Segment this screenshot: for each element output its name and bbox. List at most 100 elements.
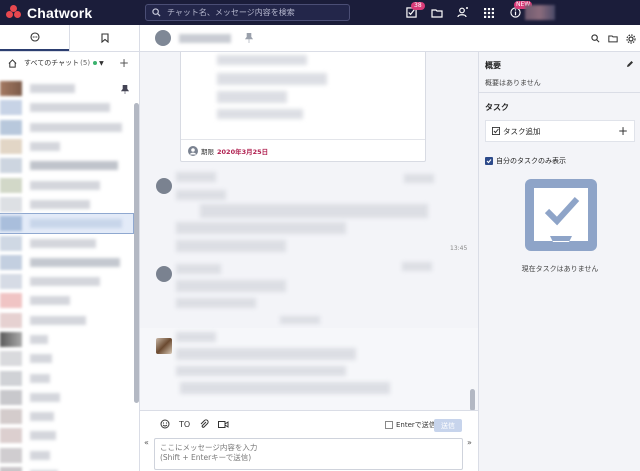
search-placeholder: チャット名、メッセージ内容を検索 [167, 8, 295, 17]
tab-bookmarks[interactable] [69, 25, 139, 51]
no-task-message: 現在タスクはありません [521, 265, 599, 273]
file-button[interactable] [424, 0, 450, 25]
only-my-tasks-label: 自分のタスクのみ表示 [496, 157, 566, 165]
sidebar-scrollbar[interactable] [134, 103, 139, 403]
collapse-right-icon[interactable]: » [467, 438, 472, 447]
contacts-icon [457, 7, 468, 18]
list-item[interactable] [0, 79, 133, 98]
enter-send-checkbox[interactable] [385, 421, 393, 429]
task-title: タスク [485, 103, 509, 112]
list-item[interactable] [0, 272, 133, 291]
search-icon[interactable] [591, 34, 600, 43]
list-item[interactable] [0, 311, 133, 330]
only-my-tasks-toggle[interactable]: 自分のタスクのみ表示 [485, 156, 566, 166]
send-button[interactable]: 送信 [434, 419, 462, 432]
avatar[interactable] [156, 178, 172, 194]
list-item[interactable] [0, 349, 133, 368]
list-item[interactable] [0, 330, 133, 349]
divider [479, 92, 640, 93]
message-time: 13:45 [450, 245, 468, 252]
message-placeholder-line1: ここにメッセージ内容を入力 [160, 443, 258, 452]
filter-label: すべてのチャット [24, 59, 80, 67]
list-item[interactable] [0, 368, 133, 387]
folder-icon[interactable] [608, 34, 618, 43]
list-item[interactable] [0, 253, 133, 272]
list-item-selected[interactable] [0, 213, 134, 235]
list-item[interactable] [0, 156, 133, 175]
video-icon [218, 420, 229, 428]
list-item[interactable] [0, 426, 133, 445]
contacts-button[interactable] [450, 0, 476, 25]
chat-bubble-icon [29, 32, 40, 42]
emoji-button[interactable] [160, 419, 170, 429]
due-date: 2020年3月25日 [217, 147, 269, 156]
user-avatar[interactable] [525, 5, 555, 20]
app-header: Chatwork チャット名、メッセージ内容を検索 38 NEW [0, 0, 640, 25]
message-placeholder-line2: (Shift + Enterキーで送信) [160, 453, 252, 462]
attach-button[interactable] [199, 419, 209, 429]
pencil-icon[interactable] [626, 60, 634, 68]
bookmark-icon [100, 33, 109, 43]
video-call-button[interactable] [218, 420, 229, 429]
brand-name: Chatwork [27, 4, 93, 21]
list-item[interactable] [0, 137, 133, 156]
list-item[interactable] [0, 233, 133, 252]
search-input[interactable]: チャット名、メッセージ内容を検索 [145, 4, 350, 21]
gear-icon[interactable] [626, 33, 636, 44]
apps-button[interactable] [476, 0, 502, 25]
due-label: 期限 [201, 147, 214, 156]
list-item[interactable] [0, 465, 133, 471]
room-list [0, 79, 134, 471]
list-item[interactable] [0, 118, 133, 137]
pin-icon[interactable] [245, 33, 253, 43]
room-name [179, 33, 231, 43]
overview-empty: 概要はありません [485, 79, 541, 87]
add-chat-button[interactable]: + [119, 56, 129, 70]
list-item[interactable] [0, 446, 133, 465]
paperclip-icon [200, 419, 209, 428]
task-card-footer: 期限 2020年3月25日 [181, 139, 425, 161]
smile-icon [160, 419, 170, 429]
collapse-left-icon[interactable]: « [144, 438, 149, 447]
message-input[interactable]: ここにメッセージ内容を入力 (Shift + Enterキーで送信) [154, 438, 463, 470]
avatar [188, 145, 198, 156]
timeline-scrollbar[interactable] [470, 389, 475, 411]
room-avatar[interactable] [155, 30, 171, 46]
room-info-panel: 概要 概要はありません タスク タスク追加 + 自分のタスクのみ表示 現在タスク… [478, 52, 640, 471]
unread-dot [93, 61, 98, 65]
checkbox-icon [492, 127, 500, 135]
task-card[interactable]: 期限 2020年3月25日 [180, 52, 426, 162]
tab-chats[interactable] [0, 25, 69, 51]
list-item[interactable] [0, 175, 133, 194]
chevron-down-icon: ▼ [99, 59, 104, 67]
add-task-button[interactable]: タスク追加 + [485, 120, 635, 142]
search-icon [152, 8, 161, 17]
chatwork-logo[interactable]: Chatwork [6, 4, 138, 21]
message-timeline: 期限 2020年3月25日 13:45 [140, 52, 478, 410]
to-button[interactable]: TO [179, 420, 190, 429]
list-item[interactable] [0, 291, 133, 310]
list-item[interactable] [0, 407, 133, 426]
overview-title: 概要 [485, 61, 501, 70]
home-icon [8, 58, 17, 68]
task-button[interactable]: 38 [398, 0, 425, 25]
grid-icon [484, 7, 494, 18]
folder-icon [431, 8, 443, 18]
list-item[interactable] [0, 195, 133, 214]
avatar[interactable] [156, 338, 172, 354]
task-count-badge: 38 [411, 2, 425, 10]
chat-filter[interactable]: すべてのチャット (5) ▼ + [0, 52, 139, 74]
plus-icon: + [617, 124, 628, 138]
list-item[interactable] [0, 98, 133, 117]
list-item[interactable] [0, 388, 133, 407]
message-composer: TO Enterで送信 送信 « ここにメッセージ内容を入力 (Shift + … [140, 410, 478, 471]
enter-send-label: Enterで送信 [396, 421, 436, 429]
only-my-tasks-checkbox[interactable] [485, 157, 493, 165]
add-task-label: タスク追加 [503, 126, 541, 136]
room-sidebar: すべてのチャット (5) ▼ + [0, 25, 140, 471]
chat-header [140, 25, 640, 52]
enter-to-send-toggle[interactable]: Enterで送信 [385, 420, 436, 430]
chatwork-logo-icon [6, 4, 22, 21]
empty-task-icon [525, 179, 597, 251]
avatar[interactable] [156, 266, 172, 282]
